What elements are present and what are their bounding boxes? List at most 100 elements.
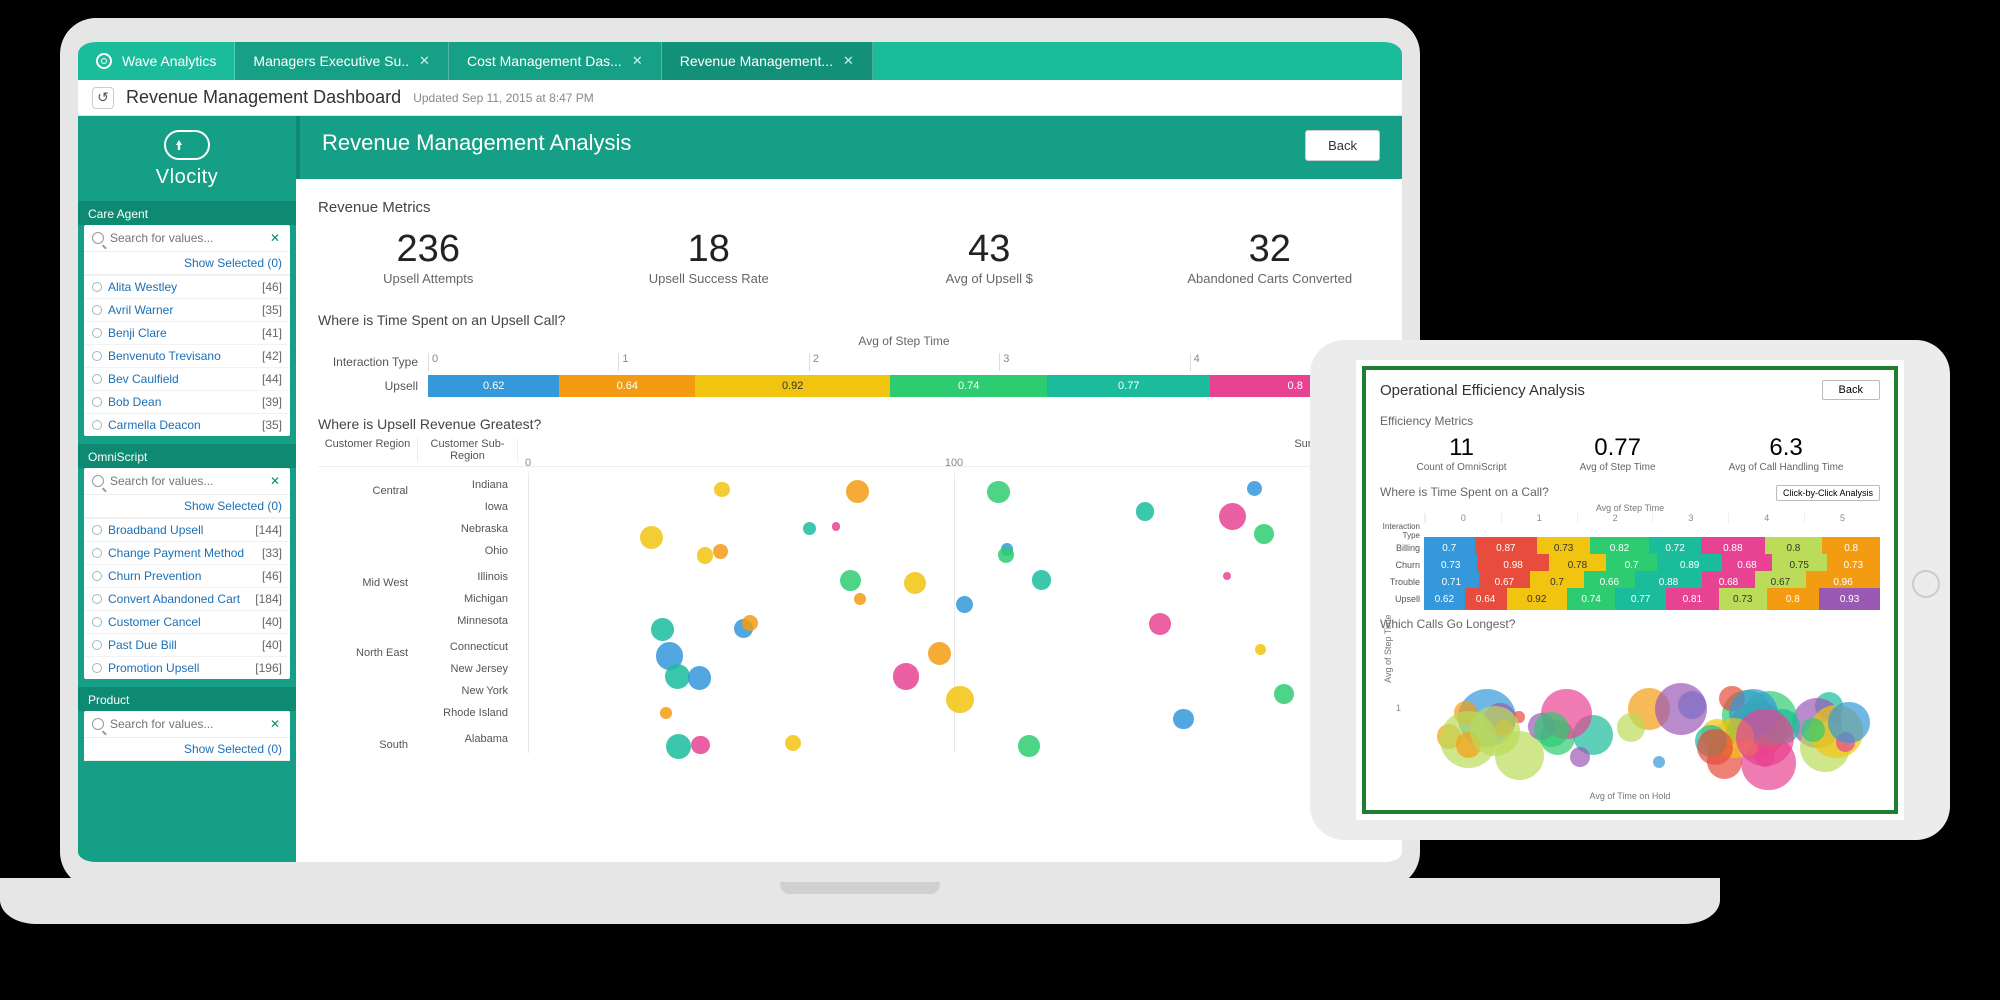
facet-item[interactable]: Broadband Upsell[144] <box>84 518 290 541</box>
chart-segment[interactable]: 0.81 <box>1666 588 1719 610</box>
refresh-button[interactable]: ↺ <box>92 87 114 109</box>
data-point[interactable] <box>742 615 758 631</box>
data-point[interactable] <box>1254 524 1274 544</box>
chart-segment[interactable]: 0.93 <box>1819 588 1880 610</box>
chart-segment[interactable]: 0.73 <box>1719 588 1767 610</box>
data-point[interactable] <box>714 482 729 497</box>
data-point[interactable] <box>1828 702 1870 744</box>
tab-wave-analytics[interactable]: Wave Analytics <box>78 42 235 80</box>
chart-segment[interactable]: 0.74 <box>890 375 1047 397</box>
data-point[interactable] <box>928 642 951 665</box>
data-point[interactable] <box>998 547 1014 563</box>
close-icon[interactable]: ✕ <box>419 53 430 69</box>
facet-item[interactable]: Promotion Upsell[196] <box>84 656 290 679</box>
show-selected-link[interactable]: Show Selected (0) <box>84 738 290 761</box>
data-point[interactable] <box>1617 713 1646 742</box>
click-analysis-button[interactable]: Click-by-Click Analysis <box>1776 485 1880 501</box>
chart-segment[interactable]: 0.8 <box>1767 588 1819 610</box>
data-point[interactable] <box>665 664 690 689</box>
data-point[interactable] <box>1018 735 1039 756</box>
chart-segment[interactable]: 0.64 <box>1465 588 1507 610</box>
facet-item[interactable]: Customer Cancel[40] <box>84 610 290 633</box>
search-input[interactable] <box>110 474 268 488</box>
data-point[interactable] <box>1736 709 1794 767</box>
tab-revenue-mgmt[interactable]: Revenue Management... ✕ <box>662 42 873 80</box>
clear-icon[interactable]: ✕ <box>268 474 282 488</box>
show-selected-link[interactable]: Show Selected (0) <box>84 495 290 518</box>
chart-segment[interactable]: 0.62 <box>428 375 559 397</box>
chart-segment[interactable]: 0.92 <box>695 375 890 397</box>
data-point[interactable] <box>1534 712 1569 747</box>
chart-segment[interactable]: 0.92 <box>1507 588 1567 610</box>
data-point[interactable] <box>1032 570 1051 589</box>
facet-item[interactable]: Past Due Bill[40] <box>84 633 290 656</box>
data-point[interactable] <box>1173 709 1193 729</box>
data-point[interactable] <box>688 666 711 689</box>
data-point[interactable] <box>893 663 919 689</box>
facet-item[interactable]: Avril Warner[35] <box>84 298 290 321</box>
data-point[interactable] <box>832 522 840 530</box>
data-point[interactable] <box>1697 729 1733 765</box>
chart-segment[interactable]: 0.64 <box>559 375 695 397</box>
data-point[interactable] <box>1136 502 1155 521</box>
data-point[interactable] <box>1801 718 1825 742</box>
data-point[interactable] <box>1223 572 1231 580</box>
facet-item[interactable]: Convert Abandoned Cart[184] <box>84 587 290 610</box>
chart-segment[interactable]: 0.62 <box>1424 588 1465 610</box>
facet-item[interactable]: Bob Dean[39] <box>84 390 290 413</box>
data-point[interactable] <box>846 480 869 503</box>
chart-segment[interactable]: 0.77 <box>1615 588 1665 610</box>
data-point[interactable] <box>660 707 672 719</box>
data-point[interactable] <box>904 572 927 595</box>
facet-item[interactable]: Benji Clare[41] <box>84 321 290 344</box>
show-selected-link[interactable]: Show Selected (0) <box>84 252 290 275</box>
data-point[interactable] <box>987 481 1010 504</box>
close-icon[interactable]: ✕ <box>843 53 854 69</box>
tab-managers-exec[interactable]: Managers Executive Su.. ✕ <box>235 42 449 80</box>
tab-label: Wave Analytics <box>122 53 216 69</box>
data-point[interactable] <box>1219 503 1246 530</box>
data-point[interactable] <box>1470 706 1519 755</box>
chart-segment[interactable]: 0.74 <box>1567 588 1615 610</box>
data-point[interactable] <box>1570 747 1590 767</box>
data-point[interactable] <box>1255 644 1266 655</box>
facet-item-count: [35] <box>262 418 282 432</box>
data-point[interactable] <box>840 570 861 591</box>
data-point[interactable] <box>691 736 709 754</box>
data-point[interactable] <box>1149 613 1171 635</box>
tab-cost-mgmt[interactable]: Cost Management Das... ✕ <box>449 42 662 80</box>
data-point[interactable] <box>785 735 801 751</box>
data-point[interactable] <box>803 522 816 535</box>
data-point[interactable] <box>1247 481 1263 497</box>
facet-item-name: Churn Prevention <box>108 569 262 583</box>
back-button[interactable]: Back <box>1822 380 1880 400</box>
facet-item[interactable]: Bev Caulfield[44] <box>84 367 290 390</box>
data-point[interactable] <box>713 544 728 559</box>
facet-item[interactable]: Churn Prevention[46] <box>84 564 290 587</box>
close-icon[interactable]: ✕ <box>632 53 643 69</box>
data-point[interactable] <box>946 686 974 714</box>
chart-segment[interactable]: 0.77 <box>1047 375 1210 397</box>
data-point[interactable] <box>1274 684 1294 704</box>
data-point[interactable] <box>854 593 866 605</box>
search-input[interactable] <box>110 717 268 731</box>
data-point[interactable] <box>666 734 691 759</box>
facet-item[interactable]: Carmella Deacon[35] <box>84 413 290 436</box>
chart-row: Upsell0.620.640.920.740.770.810.730.80.9… <box>1380 591 1880 607</box>
col-header: Customer Region <box>318 438 418 462</box>
axis-tick: 5 <box>1804 513 1880 523</box>
facet-item[interactable]: Change Payment Method[33] <box>84 541 290 564</box>
facet-item[interactable]: Benvenuto Trevisano[42] <box>84 344 290 367</box>
data-point[interactable] <box>640 526 663 549</box>
clear-icon[interactable]: ✕ <box>268 717 282 731</box>
row-label: Churn <box>1380 560 1424 570</box>
data-point[interactable] <box>956 596 973 613</box>
data-point[interactable] <box>651 618 674 641</box>
data-point[interactable] <box>1653 756 1666 769</box>
data-point[interactable] <box>1655 683 1707 735</box>
facet-item[interactable]: Alita Westley[46] <box>84 275 290 298</box>
back-button[interactable]: Back <box>1305 130 1380 161</box>
search-input[interactable] <box>110 231 268 245</box>
clear-icon[interactable]: ✕ <box>268 231 282 245</box>
data-point[interactable] <box>697 547 714 564</box>
